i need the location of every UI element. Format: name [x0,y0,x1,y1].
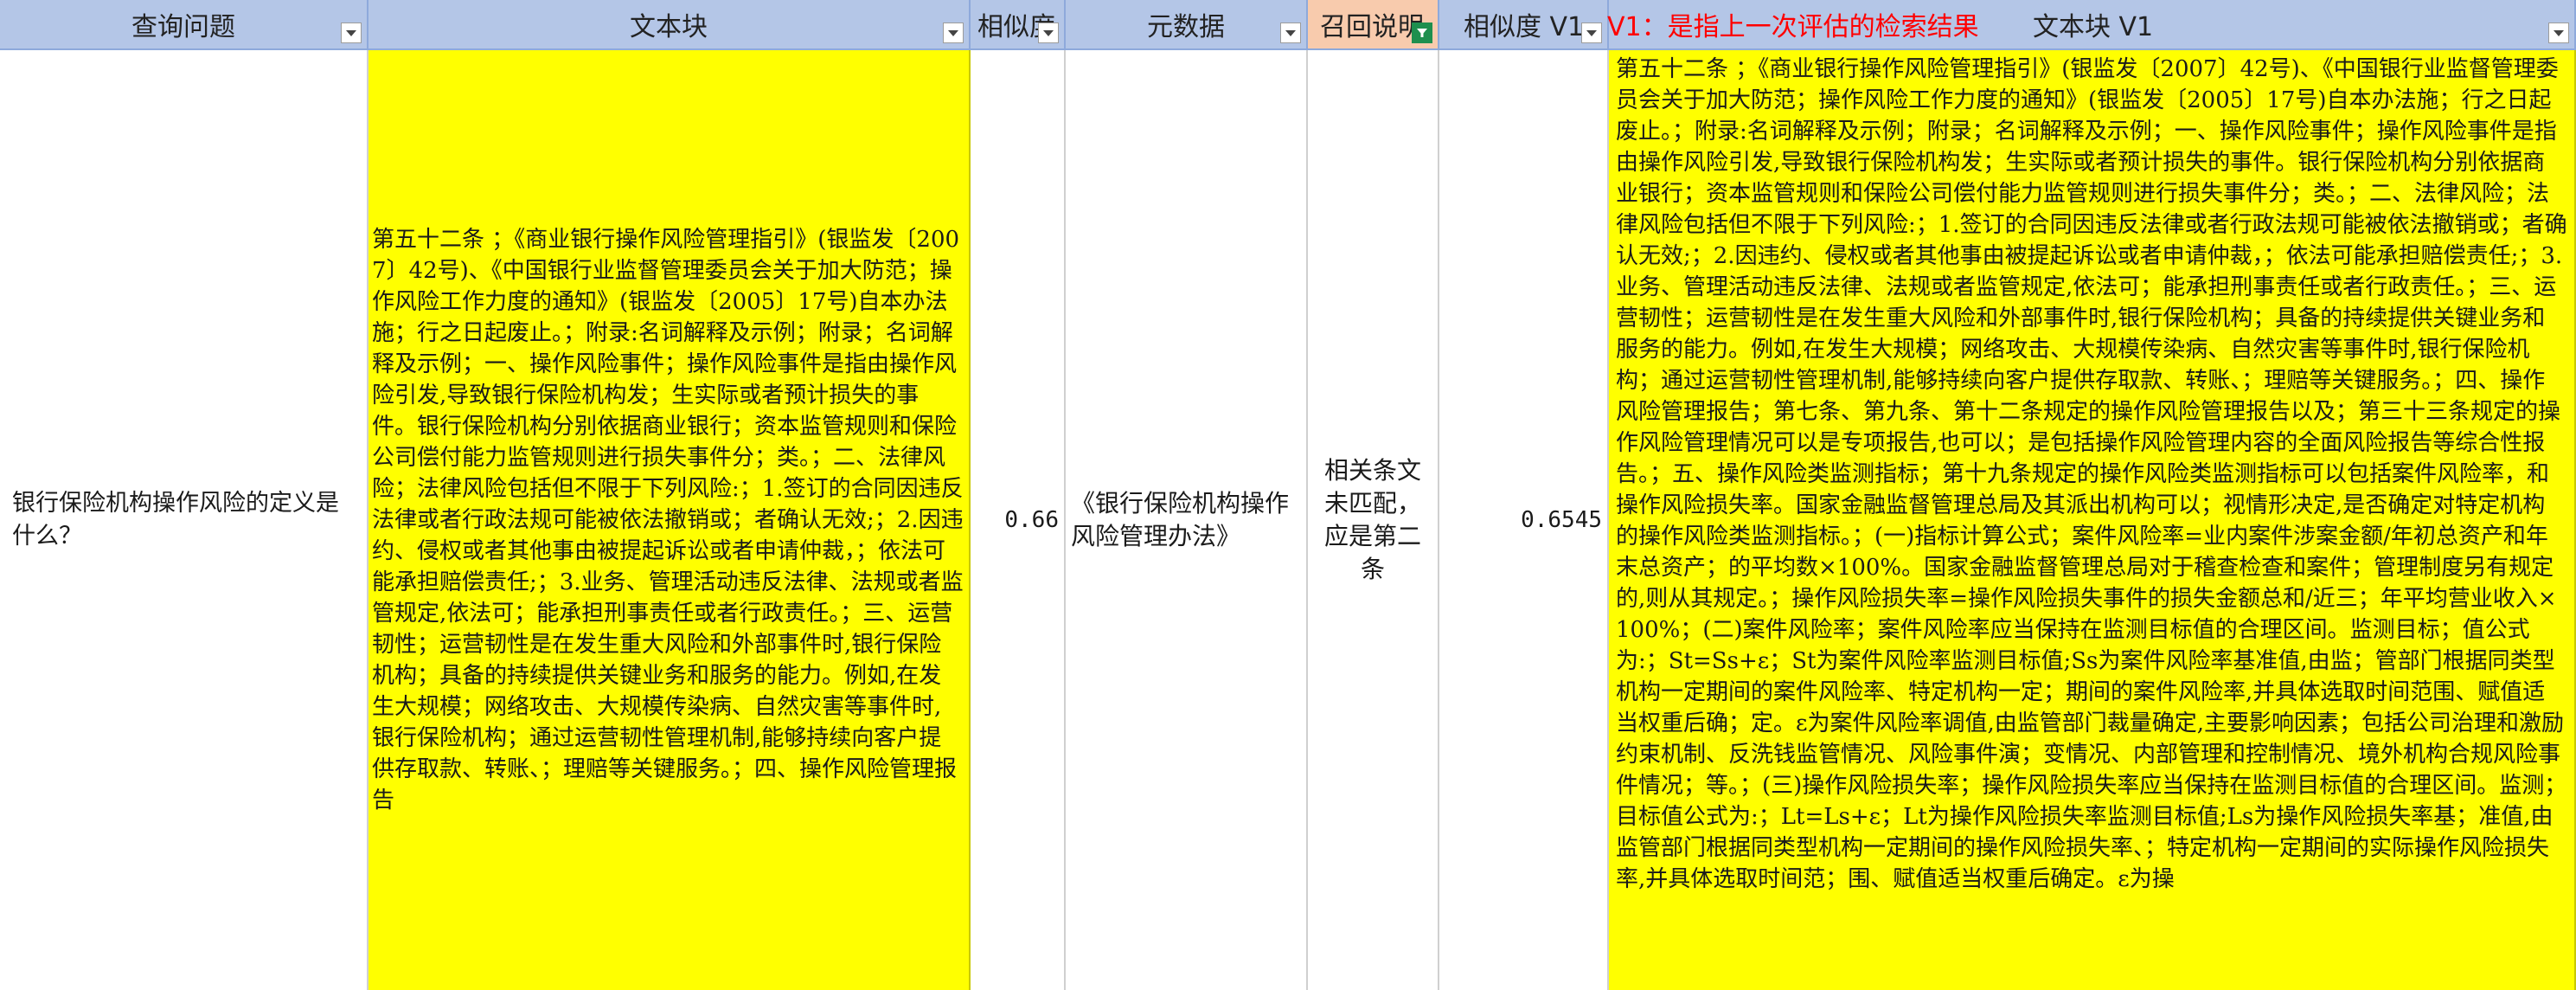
cell-similarity-v1[interactable]: 0.6545 [1439,50,1609,990]
chevron-down-icon [1043,29,1054,36]
cell-text: 0.66 [1004,507,1059,533]
cell-similarity[interactable]: 0.66 [971,50,1066,990]
chevron-down-icon [346,29,356,36]
chevron-down-icon [1285,29,1296,36]
annotation-note: V1：是指上一次评估的检索结果 [1607,12,1979,42]
filter-funnel-icon [1417,29,1427,37]
column-header-recall-note[interactable]: 召回说明 [1308,0,1439,50]
cell-text: 第五十二条 ；《商业银行操作风险管理指引》(银监发〔2007〕42号)、《中国银… [372,227,964,813]
column-header-label: 文本块 [630,12,708,42]
filter-dropdown-button[interactable] [1581,22,1602,43]
column-header-label: 相似度 V1 [1464,12,1585,42]
filter-active-button[interactable] [1412,22,1432,43]
column-header-label: 召回说明 [1320,12,1424,42]
column-header-label: 元数据 [1147,12,1225,42]
cell-recall-note[interactable]: 相关条文未匹配，应是第二条 [1308,50,1439,990]
chevron-down-icon [2554,29,2564,36]
column-header-label: 查询问题 [131,12,235,42]
column-header-metadata[interactable]: 元数据 [1066,0,1308,50]
column-header-similarity[interactable]: 相似度 [971,0,1066,50]
column-header-similarity-v1[interactable]: 相似度 V1 [1439,0,1609,50]
chevron-down-icon [948,29,958,36]
cell-metadata[interactable]: 《银行保险机构操作风险管理办法》 [1066,50,1308,990]
filter-dropdown-button[interactable] [1280,22,1301,43]
spreadsheet: 查询问题 文本块 相似度 元数据 召回说明 相似度 V1 文本块 V1 V1：是… [0,0,2576,990]
column-header-text-block[interactable]: 文本块 [368,0,971,50]
filter-dropdown-button[interactable] [341,22,362,43]
cell-query[interactable]: 银行保险机构操作风险的定义是什么？ [0,50,368,990]
filter-dropdown-button[interactable] [943,22,964,43]
cell-text-block-v1[interactable]: 第五十二条 ；《商业银行操作风险管理指引》(银监发〔2007〕42号)、《中国银… [1609,50,2576,990]
cell-text: 银行保险机构操作风险的定义是什么？ [12,490,339,550]
cell-text: 第五十二条 ；《商业银行操作风险管理指引》(银监发〔2007〕42号)、《中国银… [1616,56,2567,892]
column-header-label: 文本块 V1 [2033,12,2154,42]
filter-dropdown-button[interactable] [1038,22,1059,43]
column-header-query[interactable]: 查询问题 [0,0,368,50]
cell-text-block[interactable]: 第五十二条 ；《商业银行操作风险管理指引》(银监发〔2007〕42号)、《中国银… [368,50,971,990]
cell-text: 《银行保险机构操作风险管理办法》 [1071,489,1290,550]
chevron-down-icon [1586,29,1597,36]
filter-dropdown-button[interactable] [2548,22,2569,43]
cell-text: 0.6545 [1521,507,1602,533]
cell-text: 相关条文未匹配，应是第二条 [1323,456,1421,583]
